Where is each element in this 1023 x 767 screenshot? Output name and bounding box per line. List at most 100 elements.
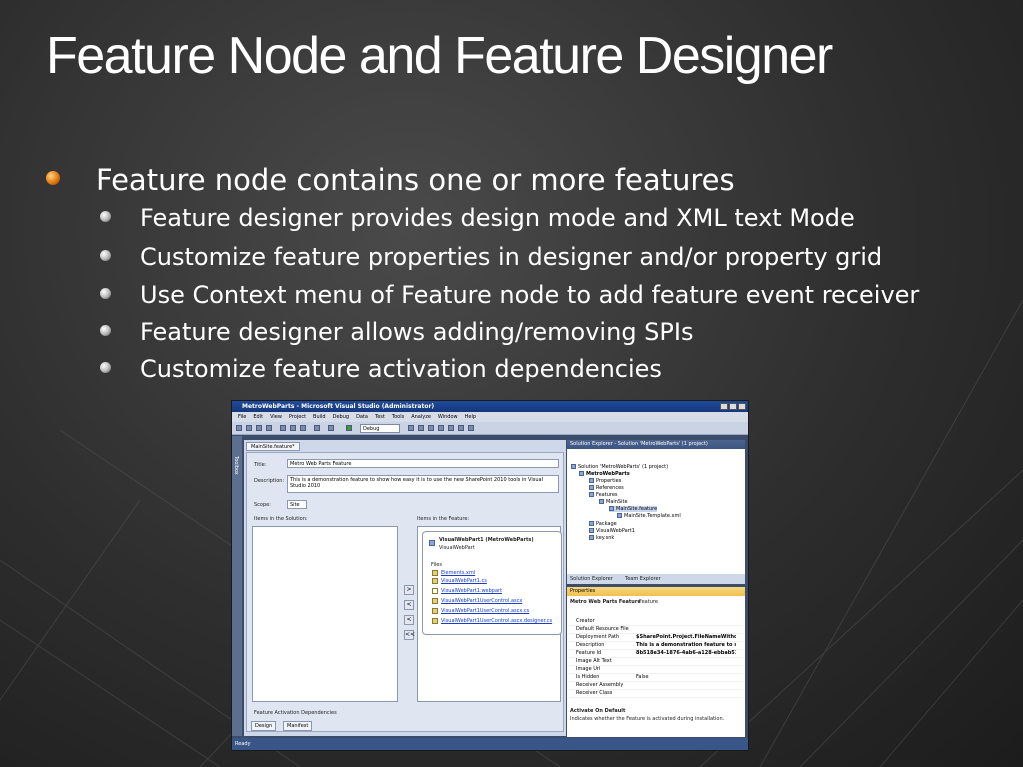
property-row[interactable]: Receiver Class — [569, 690, 743, 698]
menu-window[interactable]: Window — [438, 412, 458, 422]
scope-label: Scope: — [254, 502, 271, 508]
remove-item-button[interactable]: < — [404, 600, 414, 610]
solution-config-select[interactable]: Debug — [360, 424, 400, 433]
tree-item-references[interactable]: References — [589, 485, 624, 491]
toolbox-icon[interactable] — [438, 425, 444, 431]
solution-items-list[interactable] — [252, 526, 398, 702]
file-link[interactable]: VisualWebPart1UserControl.ascx — [441, 598, 522, 604]
file-link[interactable]: VisualWebPart1.cs — [441, 578, 487, 584]
copy-icon[interactable] — [290, 425, 296, 431]
description-input[interactable]: This is a demonstration feature to show … — [287, 475, 559, 493]
title-input[interactable]: Metro Web Parts Feature — [287, 459, 559, 468]
new-project-icon[interactable] — [236, 425, 242, 431]
grey-bullet-icon — [100, 211, 111, 222]
tree-item-mainsite-feature[interactable]: MainSite.feature — [609, 506, 658, 512]
menu-file[interactable]: File — [238, 412, 246, 422]
menu-debug[interactable]: Debug — [333, 412, 349, 422]
tree-item-template[interactable]: MainSite.Template.xml — [617, 513, 681, 519]
tab-manifest[interactable]: Manifest — [283, 721, 313, 731]
menu-analyze[interactable]: Analyze — [411, 412, 431, 422]
orange-bullet-icon — [46, 171, 60, 185]
move-button[interactable]: < — [404, 615, 414, 625]
tab-design[interactable]: Design — [251, 721, 277, 731]
tree-item-solution[interactable]: Solution 'MetroWebParts' (1 project) — [571, 464, 668, 470]
tree-item-properties[interactable]: Properties — [589, 478, 621, 484]
start-page-icon[interactable] — [458, 425, 464, 431]
package-icon — [589, 521, 594, 526]
properties-window: Properties Metro Web Parts Feature Featu… — [567, 587, 745, 737]
menu-view[interactable]: View — [270, 412, 282, 422]
menu-build[interactable]: Build — [313, 412, 326, 422]
property-row[interactable]: Description This is a demonstration featu… — [569, 642, 743, 650]
tree-item-project[interactable]: MetroWebParts — [579, 471, 630, 477]
solution-icon — [571, 464, 576, 469]
open-icon[interactable] — [246, 425, 252, 431]
cut-icon[interactable] — [280, 425, 286, 431]
key-icon — [589, 535, 594, 540]
menu-data[interactable]: Data — [356, 412, 368, 422]
property-row[interactable]: Image Url — [569, 666, 743, 674]
property-row[interactable]: Receiver Assembly — [569, 682, 743, 690]
tab-solution-explorer[interactable]: Solution Explorer — [570, 576, 613, 582]
solution-explorer-icon[interactable] — [418, 425, 424, 431]
file-link[interactable]: Elements.xml — [441, 570, 475, 576]
property-row[interactable]: Deployment Path $SharePoint.Project.FileN… — [569, 634, 743, 642]
menu-edit[interactable]: Edit — [253, 412, 263, 422]
property-row[interactable]: Image Alt Text — [569, 658, 743, 666]
tree-item-features[interactable]: Features — [589, 492, 618, 498]
title-label: Title: — [254, 462, 267, 468]
remove-all-button[interactable]: << — [404, 630, 415, 640]
file-link[interactable]: VisualWebPart1.webpart — [441, 588, 502, 594]
tree-item-package[interactable]: Package — [589, 521, 617, 527]
tree-item-mainsite[interactable]: MainSite — [599, 499, 628, 505]
menu-help[interactable]: Help — [465, 412, 476, 422]
menu-bar: File Edit View Project Build Debug Data … — [232, 412, 748, 422]
property-row[interactable]: Is Hidden False — [569, 674, 743, 682]
object-browser-icon[interactable] — [448, 425, 454, 431]
sub-bullet: Feature designer provides design mode an… — [140, 204, 855, 232]
start-debug-icon[interactable] — [346, 425, 352, 431]
properties-icon[interactable] — [428, 425, 434, 431]
properties-object[interactable]: Metro Web Parts Feature — [570, 599, 641, 605]
card-title: VisualWebPart1 (MetroWebParts) — [439, 537, 534, 543]
close-icon[interactable] — [738, 403, 746, 410]
property-row[interactable]: Default Resource File — [569, 626, 743, 634]
properties-header: Properties — [567, 587, 745, 596]
menu-project[interactable]: Project — [289, 412, 306, 422]
cs-file-icon — [432, 578, 438, 584]
maximize-icon[interactable] — [729, 403, 737, 410]
property-row[interactable]: Feature Id 8b518e34-1876-4ab6-a128-ebbab5… — [569, 650, 743, 658]
sub-bullet: Customize feature properties in designer… — [140, 243, 883, 271]
file-link[interactable]: VisualWebPart1UserControl.ascx.cs — [441, 608, 529, 614]
window-title: MetroWebParts - Microsoft Visual Studio … — [242, 403, 435, 410]
tab-mainsite-feature[interactable]: MainSite.feature* — [246, 442, 300, 451]
paste-icon[interactable] — [300, 425, 306, 431]
property-row[interactable]: Creator — [569, 618, 743, 626]
undo-icon[interactable] — [314, 425, 320, 431]
tree-item-visualwebpart[interactable]: VisualWebPart1 — [589, 528, 635, 534]
explorer-tabs: Solution Explorer Team Explorer — [567, 574, 745, 584]
redo-icon[interactable] — [328, 425, 334, 431]
menu-tools[interactable]: Tools — [392, 412, 404, 422]
tree-item-key[interactable]: key.snk — [589, 535, 614, 541]
save-all-icon[interactable] — [266, 425, 272, 431]
add-item-button[interactable]: > — [404, 585, 414, 595]
command-window-icon[interactable] — [468, 425, 474, 431]
scope-select[interactable]: Site — [287, 500, 307, 509]
file-link[interactable]: VisualWebPart1UserControl.ascx.designer.… — [441, 618, 552, 624]
save-icon[interactable] — [256, 425, 262, 431]
grey-bullet-icon — [100, 288, 111, 299]
sub-bullet: Feature designer allows adding/removing … — [140, 318, 694, 346]
toolbar: Debug — [232, 422, 748, 435]
tab-team-explorer[interactable]: Team Explorer — [625, 576, 661, 582]
minimize-icon[interactable] — [720, 403, 728, 410]
files-label: Files — [431, 562, 442, 568]
toolbox-strip[interactable]: Toolbox — [232, 436, 242, 736]
solution-explorer: Solution Explorer - Solution 'MetroWebPa… — [567, 440, 745, 583]
find-icon[interactable] — [408, 425, 414, 431]
description-label: Description: — [254, 478, 285, 484]
activation-dependencies-expander[interactable]: Feature Activation Dependencies — [254, 710, 337, 716]
webpart-card[interactable]: VisualWebPart1 (MetroWebParts) VisualWeb… — [422, 531, 562, 635]
menu-test[interactable]: Test — [375, 412, 385, 422]
designer-surface: Title: Metro Web Parts Feature Descripti… — [246, 452, 564, 732]
